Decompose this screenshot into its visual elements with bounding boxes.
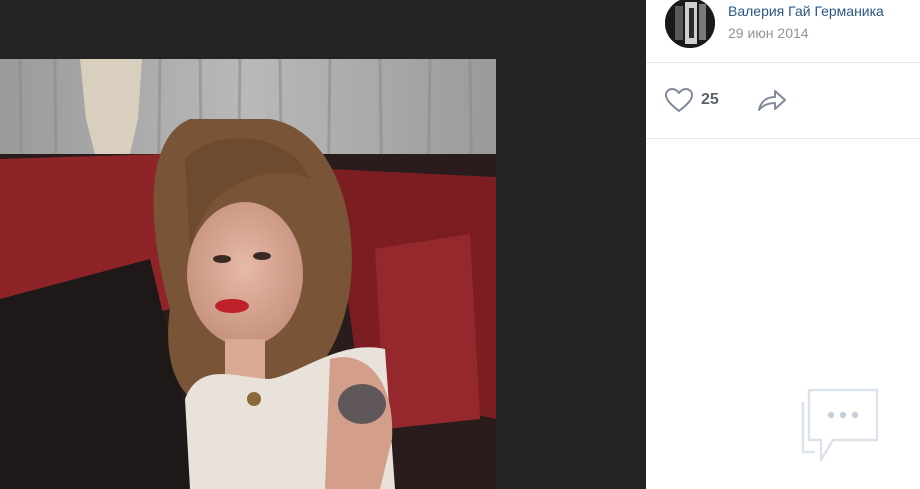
share-button[interactable] — [756, 86, 788, 114]
avatar[interactable] — [665, 0, 715, 48]
no-comments-placeholder — [799, 388, 881, 466]
author-name[interactable]: Валерия Гай Германика — [728, 3, 884, 19]
side-panel: Валерия Гай Германика 29 июн 2014 25 — [646, 0, 920, 489]
post-date: 29 июн 2014 — [728, 25, 809, 41]
share-arrow-icon — [758, 90, 786, 111]
like-count: 25 — [701, 91, 719, 108]
heart-icon — [665, 88, 693, 112]
chat-bubble-icon — [801, 388, 879, 462]
author-header: Валерия Гай Германика 29 июн 2014 — [646, 0, 920, 63]
avatar-image — [665, 0, 715, 48]
photo-image — [0, 59, 496, 489]
photo-viewer — [0, 0, 646, 489]
like-button[interactable]: 25 — [664, 86, 719, 114]
photo[interactable] — [0, 59, 496, 489]
actions-bar: 25 — [646, 62, 920, 139]
